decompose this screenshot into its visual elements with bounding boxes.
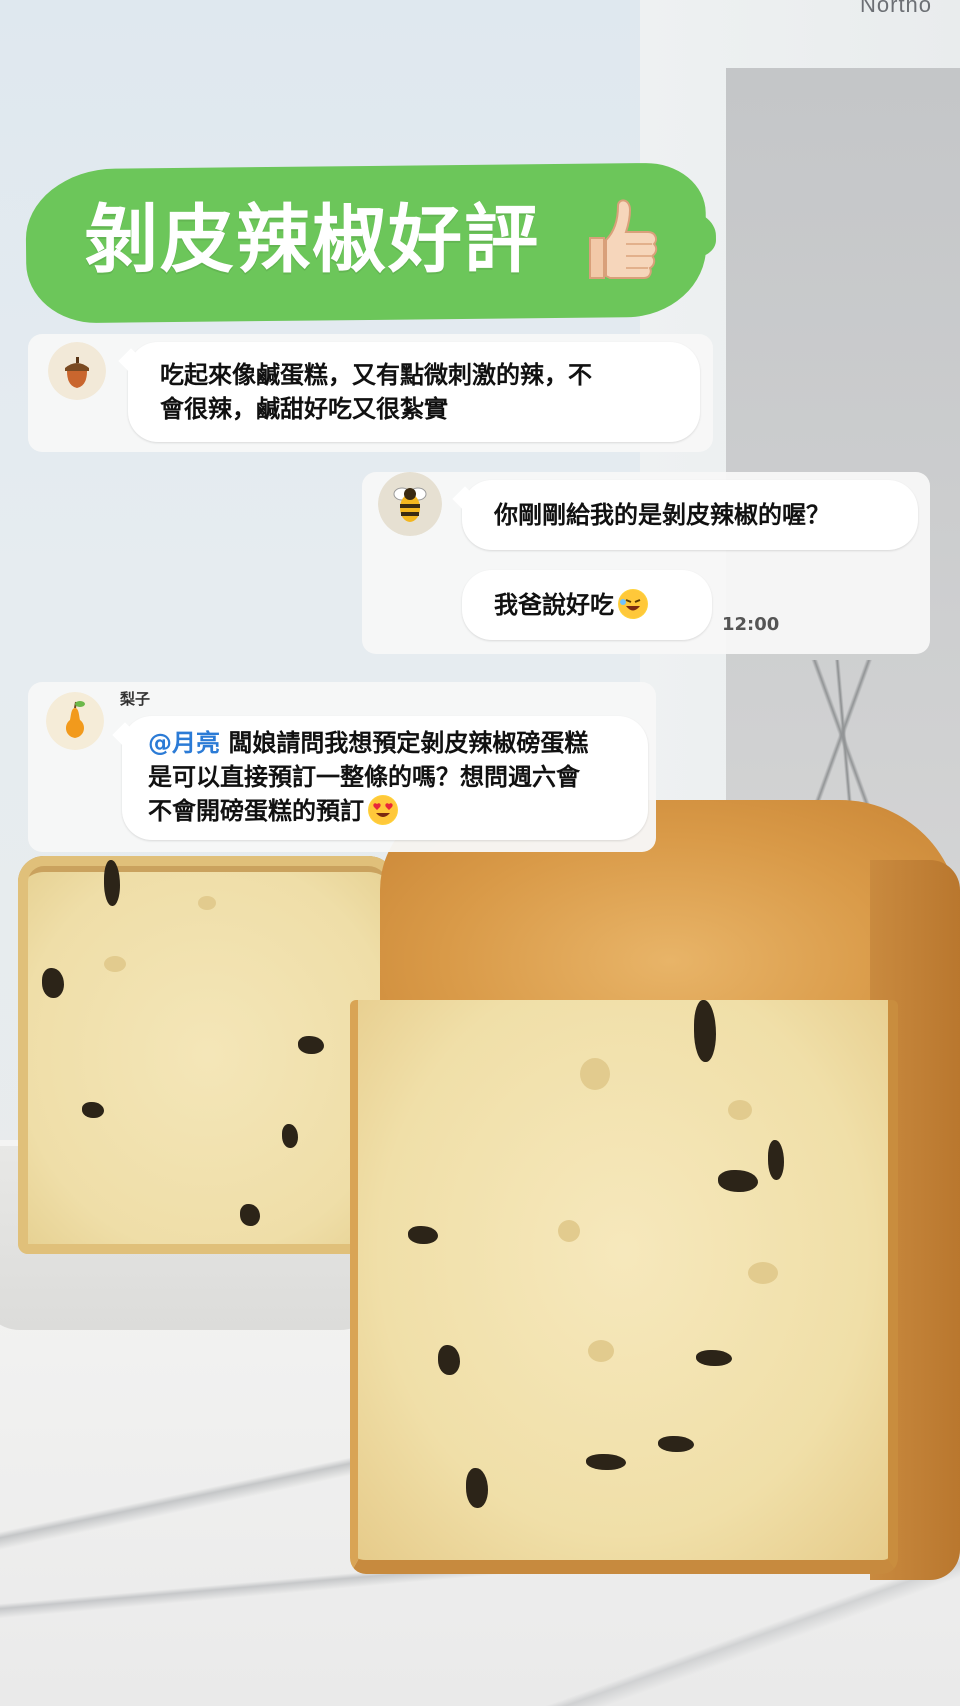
thumbs-up-icon <box>589 199 658 279</box>
message-card-2: 你剛剛給我的是剝皮辣椒的喔？ 我爸說好吃 12:00 <box>362 472 930 654</box>
message-text-line: 是可以直接預訂一整條的嗎？想問週六會 <box>148 763 580 791</box>
pear-icon <box>46 692 104 750</box>
message-card-1: 吃起來像鹹蛋糕，又有點微刺激的辣，不 會很辣，鹹甜好吃又很紮實 <box>28 334 713 452</box>
user-mention-link[interactable]: @月亮 <box>148 729 220 757</box>
message-bubble: @月亮 闆娘請問我想預定剝皮辣椒磅蛋糕 是可以直接預訂一整條的嗎？想問週六會 不… <box>112 716 648 840</box>
background-brand-text: Northo <box>860 0 933 17</box>
background-plant <box>790 660 900 810</box>
message-bubble: 你剛剛給我的是剝皮辣椒的喔？ <box>452 480 918 550</box>
acorn-icon <box>48 342 106 400</box>
message-timestamp: 12:00 <box>722 614 780 635</box>
bee-icon <box>378 472 442 536</box>
cake-slice-back <box>18 856 398 1254</box>
sender-name: 梨子 <box>120 690 151 708</box>
message-text: 你剛剛給我的是剝皮辣椒的喔？ <box>494 501 830 529</box>
message-text-line: 闆娘請問我想預定剝皮辣椒磅蛋糕 <box>220 729 589 757</box>
heart-eyes-emoji-icon <box>368 795 398 825</box>
message-text-line: 吃起來像鹹蛋糕，又有點微刺激的辣，不 <box>160 361 592 389</box>
message-text-line: 不會開磅蛋糕的預訂 <box>148 797 364 825</box>
page-title: 剝皮辣椒好評 <box>84 197 540 283</box>
rofl-emoji-icon <box>618 589 648 619</box>
message-card-3: 梨子 @月亮 闆娘請問我想預定剝皮辣椒磅蛋糕 是可以直接預訂一整條的嗎？想問週六… <box>28 682 656 852</box>
message-text: 我爸說好吃 <box>494 591 614 619</box>
message-bubble: 吃起來像鹹蛋糕，又有點微刺激的辣，不 會很辣，鹹甜好吃又很紮實 <box>118 342 700 442</box>
message-bubble: 我爸說好吃 <box>462 570 712 640</box>
message-text-line: 會很辣，鹹甜好吃又很紮實 <box>160 395 448 423</box>
cake-slice-front <box>350 1000 898 1574</box>
